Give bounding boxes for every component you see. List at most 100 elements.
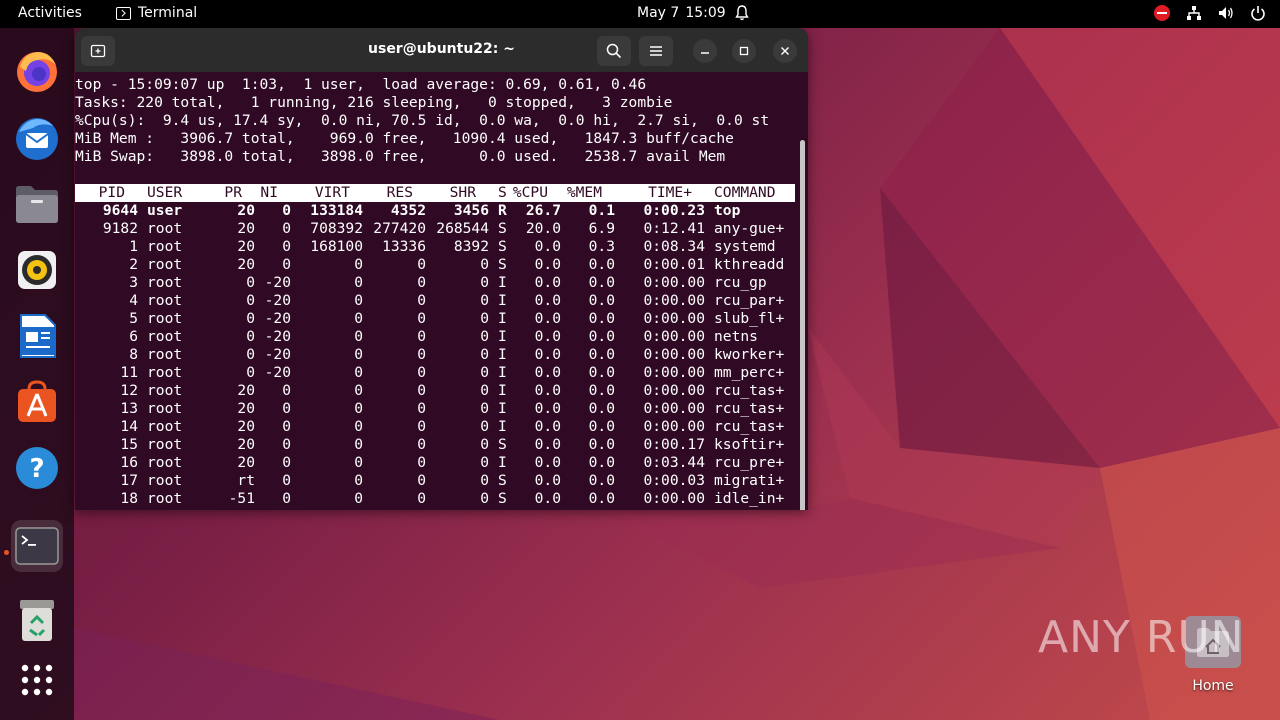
dock-show-apps[interactable]	[11, 654, 63, 706]
cell-cpu: 0.0	[534, 490, 561, 507]
network-wired-icon	[1187, 6, 1201, 20]
process-row: 16 root 20 0 0 0 0 I 0.0 0.0 0:03.44 rcu_pre+	[75, 454, 808, 472]
cell-shr: 0	[480, 328, 489, 345]
column-header: TIME+	[648, 184, 692, 201]
dock-thunderbird[interactable]	[11, 112, 63, 164]
cell-state: I	[498, 292, 507, 309]
cell-state: I	[498, 454, 507, 471]
search-button[interactable]	[597, 36, 631, 66]
maximize-button[interactable]	[732, 39, 756, 63]
volume-icon	[1219, 7, 1233, 19]
cell-mem: 0.0	[588, 400, 615, 417]
dock-files[interactable]	[11, 178, 63, 230]
cell-mem: 0.3	[588, 238, 615, 255]
terminal-output[interactable]: top - 15:09:07 up 1:03, 1 user, load ave…	[75, 72, 808, 510]
cell-user: root	[147, 292, 183, 309]
cell-cpu: 0.0	[534, 346, 561, 363]
cell-virt: 0	[354, 274, 363, 291]
cell-state: I	[498, 346, 507, 363]
cell-virt: 0	[354, 418, 363, 435]
cell-state: S	[498, 238, 507, 255]
top-tasks-line: Tasks: 220 total, 1 running, 216 sleepin…	[75, 94, 673, 111]
cell-cpu: 0.0	[534, 400, 561, 417]
minimize-button[interactable]	[693, 39, 717, 63]
cell-command: netns	[714, 328, 758, 345]
cell-res: 0	[417, 274, 426, 291]
cell-user: root	[147, 400, 183, 417]
cell-virt: 0	[354, 436, 363, 453]
cell-user: root	[147, 256, 183, 273]
cell-time: 0:00.00	[643, 364, 705, 381]
process-row: 1 root 20 0 168100 13336 8392 S 0.0 0.3 0:08.34 sys…	[75, 238, 808, 256]
notification-bell-icon[interactable]	[735, 5, 749, 21]
cell-cpu: 0.0	[534, 256, 561, 273]
cell-pr: 0	[246, 364, 255, 381]
dock-rhythmbox[interactable]	[11, 244, 63, 296]
cell-pid: 18	[120, 490, 138, 507]
cell-command: systemd	[714, 238, 776, 255]
cell-command: kthreadd	[714, 256, 785, 273]
dock-help[interactable]: ?	[11, 442, 63, 494]
cell-ni: -20	[264, 328, 291, 345]
process-row: 4 root 0 -20 0 0 0 I 0.0 0.0 0:00.00 rcu_par+	[75, 292, 808, 310]
cell-res: 0	[417, 490, 426, 507]
cell-mem: 0.0	[588, 436, 615, 453]
dock-firefox[interactable]	[11, 46, 63, 98]
cell-cpu: 0.0	[534, 382, 561, 399]
app-menu[interactable]: Terminal	[116, 5, 197, 21]
cell-res: 4352	[390, 202, 426, 219]
clock[interactable]: May 7 15:09	[637, 5, 726, 21]
cell-pr: 20	[237, 202, 255, 219]
cell-pid: 9644	[102, 202, 138, 219]
cell-ni: 0	[282, 490, 291, 507]
cell-shr: 0	[480, 400, 489, 417]
cell-mem: 6.9	[588, 220, 615, 237]
cell-ni: 0	[282, 202, 291, 219]
cell-res: 0	[417, 400, 426, 417]
cell-ni: -20	[264, 274, 291, 291]
cell-mem: 0.0	[588, 346, 615, 363]
system-tray[interactable]	[1154, 5, 1266, 21]
cell-pr: 20	[237, 454, 255, 471]
terminal-icon	[15, 527, 59, 565]
cell-mem: 0.0	[588, 328, 615, 345]
cell-res: 0	[417, 436, 426, 453]
dock-trash[interactable]	[11, 594, 63, 646]
dock-libreoffice-writer[interactable]	[11, 310, 63, 362]
cell-state: S	[498, 436, 507, 453]
cell-state: I	[498, 274, 507, 291]
do-not-disturb-icon	[1154, 5, 1170, 21]
terminal-scrollbar[interactable]	[800, 140, 805, 510]
dock-app-center[interactable]	[11, 376, 63, 428]
cell-mem: 0.0	[588, 274, 615, 291]
cell-pid: 1	[129, 238, 138, 255]
cell-mem: 0.0	[588, 310, 615, 327]
process-row: 9644 user 20 0 133184 4352 3456 R 26.7 0.1 0:00.23…	[75, 202, 808, 220]
menu-button[interactable]	[639, 36, 673, 66]
column-header: PR	[224, 184, 242, 201]
top-mem-line: MiB Mem : 3906.7 total, 969.0 free, 1090…	[75, 130, 734, 147]
cell-cpu: 0.0	[534, 454, 561, 471]
cell-pr: 20	[237, 418, 255, 435]
cell-virt: 0	[354, 472, 363, 489]
cell-user: root	[147, 490, 183, 507]
cell-state: S	[498, 490, 507, 507]
terminal-window[interactable]: user@ubuntu22: ~ top - 15:09:07 up 1:03,…	[75, 28, 808, 510]
terminal-header-bar[interactable]: user@ubuntu22: ~	[75, 28, 808, 72]
cell-user: root	[147, 472, 183, 489]
dock-terminal[interactable]	[11, 520, 63, 572]
power-icon	[1251, 6, 1265, 21]
cell-time: 0:00.00	[643, 418, 705, 435]
cell-cpu: 0.0	[534, 328, 561, 345]
column-header: PID	[98, 184, 125, 201]
process-table-header: PID USER PR NI VIRT RES SHR S %CPU %MEM TIME+ COMMA…	[75, 184, 795, 202]
column-header: S	[498, 184, 507, 201]
cell-pid: 6	[129, 328, 138, 345]
cell-pid: 15	[120, 436, 138, 453]
cell-res: 0	[417, 292, 426, 309]
cell-cpu: 0.0	[534, 436, 561, 453]
activities-button[interactable]: Activities	[18, 5, 82, 21]
close-icon	[781, 47, 789, 55]
close-button[interactable]	[773, 39, 797, 63]
cell-user: root	[147, 220, 183, 237]
